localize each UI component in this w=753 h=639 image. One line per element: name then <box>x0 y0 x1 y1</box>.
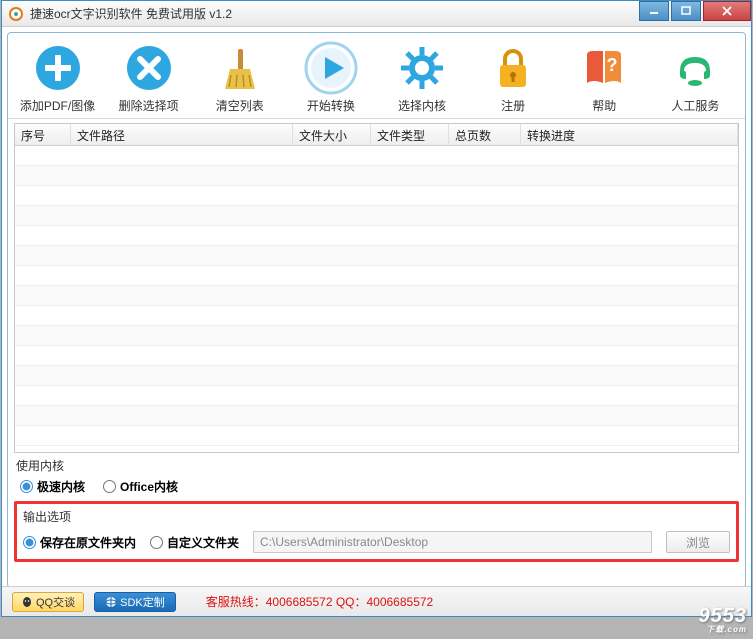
kernel-button[interactable]: 选择内核 <box>377 39 468 116</box>
register-button[interactable]: 注册 <box>468 39 559 116</box>
add-button[interactable]: 添加PDF/图像 <box>12 39 103 116</box>
table-row <box>15 306 738 326</box>
output-path-input[interactable] <box>253 531 652 553</box>
table-row <box>15 206 738 226</box>
delete-icon <box>122 41 176 95</box>
broom-icon <box>213 41 267 95</box>
output-section: 输出选项 保存在原文件夹内 自定义文件夹 浏览 <box>14 501 739 562</box>
table-row <box>15 186 738 206</box>
kernel-fast-radio[interactable]: 极速内核 <box>20 478 85 495</box>
phone-icon <box>668 41 722 95</box>
titlebar: 捷速ocr文字识别软件 免费试用版 v1.2 <box>2 1 751 27</box>
app-icon <box>8 6 24 22</box>
lock-icon <box>486 41 540 95</box>
table-row <box>15 226 738 246</box>
kernel-title: 使用内核 <box>16 457 737 474</box>
window-title: 捷速ocr文字识别软件 免费试用版 v1.2 <box>30 5 639 22</box>
main-panel: 添加PDF/图像 删除选择项 清空列表 开始转换 选择内核 注册 <box>7 32 746 588</box>
table-row <box>15 366 738 386</box>
sdk-button[interactable]: SDK定制 <box>94 592 176 612</box>
service-button[interactable]: 人工服务 <box>650 39 741 116</box>
qq-icon <box>21 596 33 608</box>
output-custom-radio[interactable]: 自定义文件夹 <box>150 534 239 551</box>
col-progress[interactable]: 转换进度 <box>521 124 738 145</box>
table-row <box>15 286 738 306</box>
watermark: 9553下载.com <box>699 605 748 635</box>
table-row <box>15 166 738 186</box>
table-row <box>15 266 738 286</box>
app-window: 捷速ocr文字识别软件 免费试用版 v1.2 添加PDF/图像 删除选择项 清空… <box>1 0 752 617</box>
col-type[interactable]: 文件类型 <box>371 124 449 145</box>
col-pages[interactable]: 总页数 <box>449 124 521 145</box>
output-original-radio[interactable]: 保存在原文件夹内 <box>23 534 136 551</box>
output-title: 输出选项 <box>23 508 732 525</box>
table-row <box>15 146 738 166</box>
browse-button[interactable]: 浏览 <box>666 531 730 553</box>
play-icon <box>304 41 358 95</box>
table-row <box>15 386 738 406</box>
help-icon: ? <box>577 41 631 95</box>
globe-icon <box>105 596 117 608</box>
col-size[interactable]: 文件大小 <box>293 124 371 145</box>
table-row <box>15 346 738 366</box>
hotline-text: 客服热线：4006685572 QQ：4006685572 <box>206 593 433 610</box>
minimize-button[interactable] <box>639 1 669 21</box>
gear-icon <box>395 41 449 95</box>
table-row <box>15 326 738 346</box>
kernel-section: 使用内核 极速内核 Office内核 <box>16 457 737 501</box>
table-body <box>15 146 738 452</box>
svg-text:?: ? <box>607 55 618 75</box>
toolbar: 添加PDF/图像 删除选择项 清空列表 开始转换 选择内核 注册 <box>8 33 745 119</box>
maximize-button[interactable] <box>671 1 701 21</box>
add-icon <box>31 41 85 95</box>
close-button[interactable] <box>703 1 751 21</box>
delete-button[interactable]: 删除选择项 <box>103 39 194 116</box>
table-row <box>15 406 738 426</box>
start-button[interactable]: 开始转换 <box>285 39 376 116</box>
qq-chat-button[interactable]: QQ交谈 <box>12 592 84 612</box>
table-row <box>15 426 738 446</box>
col-seq[interactable]: 序号 <box>15 124 71 145</box>
col-path[interactable]: 文件路径 <box>71 124 293 145</box>
kernel-office-radio[interactable]: Office内核 <box>103 478 178 495</box>
footer: QQ交谈 SDK定制 客服热线：4006685572 QQ：4006685572 <box>2 586 751 616</box>
file-table: 序号 文件路径 文件大小 文件类型 总页数 转换进度 <box>14 123 739 453</box>
help-button[interactable]: ? 帮助 <box>559 39 650 116</box>
table-header: 序号 文件路径 文件大小 文件类型 总页数 转换进度 <box>15 124 738 146</box>
clear-button[interactable]: 清空列表 <box>194 39 285 116</box>
table-row <box>15 246 738 266</box>
